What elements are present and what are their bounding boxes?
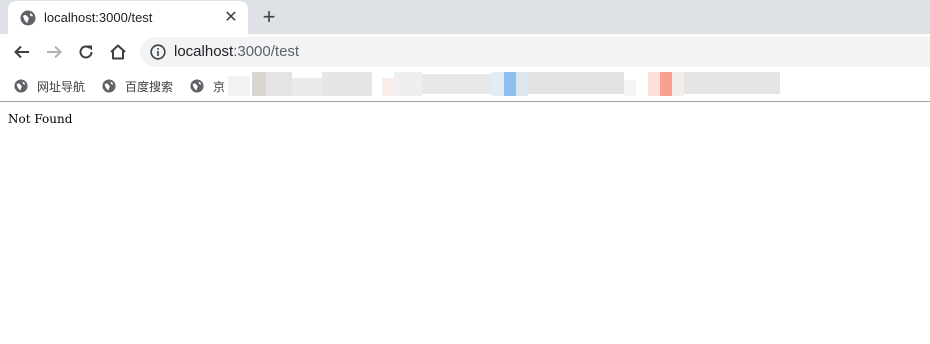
- obscured-bookmarks: [228, 72, 788, 99]
- globe-icon: [14, 79, 28, 93]
- bookmark-label: 百度搜索: [125, 79, 174, 94]
- bookmarks-bar: 网址导航 百度搜索 京: [0, 70, 930, 102]
- globe-icon: [102, 79, 116, 93]
- tab-title: localhost:3000/test: [44, 10, 153, 25]
- bookmark-item[interactable]: 网址导航: [14, 77, 85, 95]
- globe-icon: [20, 10, 36, 26]
- back-arrow-icon: [14, 45, 29, 59]
- tab-strip: localhost:3000/test ✕ +: [0, 0, 930, 34]
- home-button[interactable]: [106, 40, 130, 64]
- forward-button[interactable]: [42, 40, 66, 64]
- bookmark-item[interactable]: 京: [190, 77, 225, 95]
- back-button[interactable]: [10, 40, 34, 64]
- browser-tab[interactable]: localhost:3000/test ✕: [8, 1, 248, 34]
- forward-arrow-icon: [47, 45, 62, 59]
- bookmark-label: 网址导航: [37, 79, 86, 94]
- bookmark-label: 京: [213, 79, 226, 94]
- url-path: :3000/test: [233, 43, 300, 60]
- url-text[interactable]: localhost:3000/test: [174, 43, 299, 60]
- bookmark-item[interactable]: 百度搜索: [102, 77, 173, 95]
- reload-button[interactable]: [74, 40, 98, 64]
- close-tab-icon[interactable]: ✕: [222, 9, 240, 27]
- toolbar: localhost:3000/test: [0, 34, 930, 70]
- page-content: Not Found: [0, 103, 930, 344]
- globe-icon: [190, 79, 204, 93]
- address-bar[interactable]: localhost:3000/test: [140, 37, 930, 67]
- info-icon[interactable]: [150, 44, 166, 60]
- not-found-message: Not Found: [8, 112, 73, 126]
- url-host: localhost: [174, 43, 234, 60]
- home-icon: [110, 44, 126, 60]
- reload-icon: [79, 45, 93, 59]
- new-tab-button[interactable]: +: [258, 6, 280, 28]
